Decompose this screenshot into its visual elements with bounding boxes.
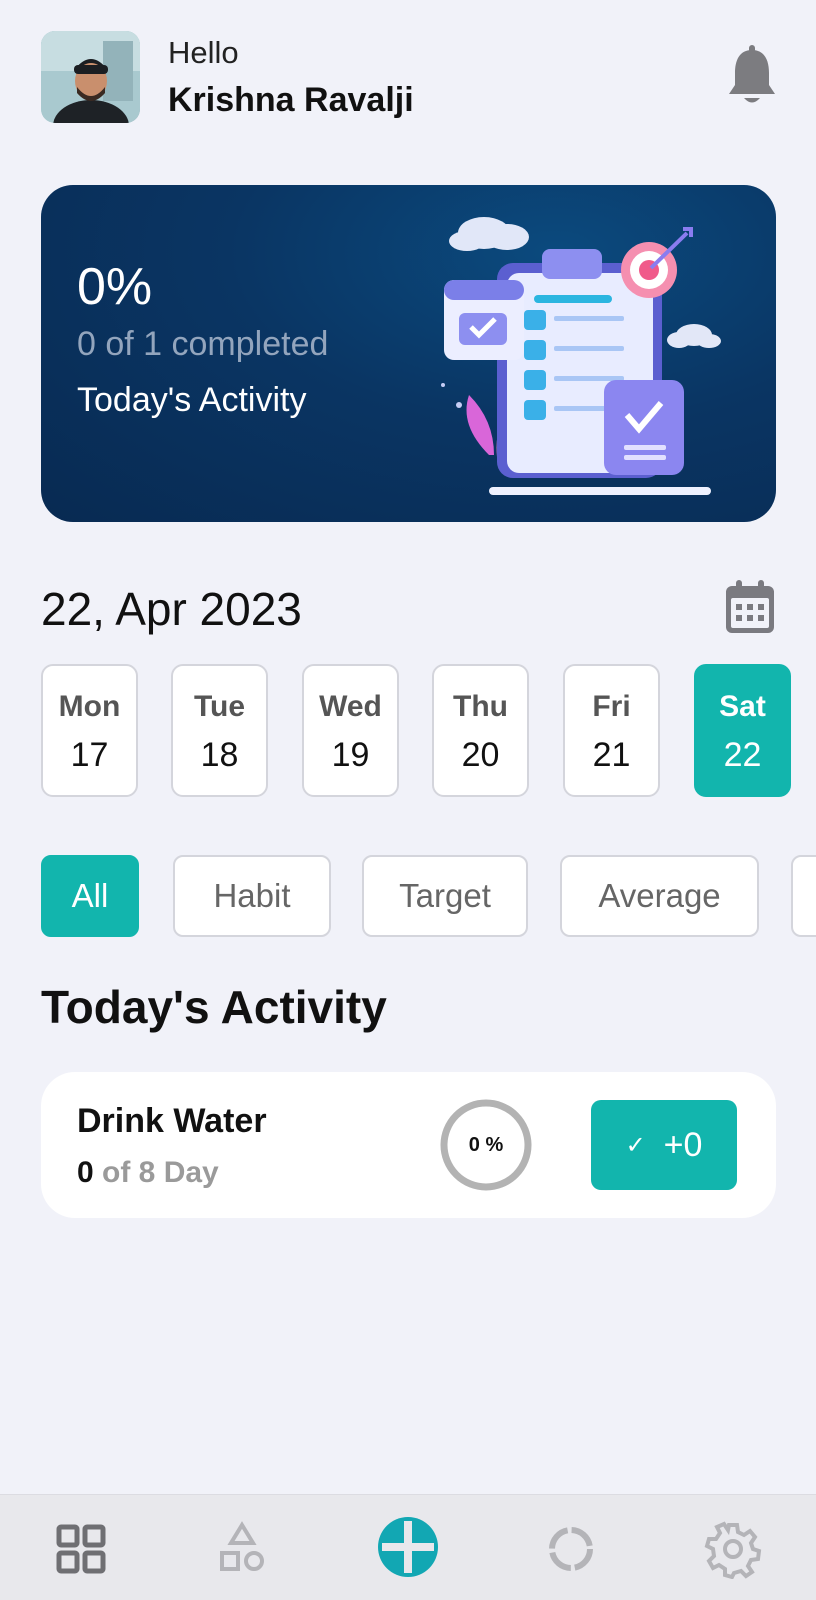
grid-icon[interactable] bbox=[51, 1519, 111, 1579]
user-name: Krishna Ravalji bbox=[168, 81, 414, 119]
shapes-icon[interactable] bbox=[212, 1519, 272, 1579]
checkmark-icon: ✓ bbox=[625, 1131, 646, 1159]
banner-label: Today's Activity bbox=[77, 381, 307, 419]
day-name: Thu bbox=[453, 690, 508, 723]
greeting-text: Hello bbox=[168, 35, 239, 70]
activity-title: Drink Water bbox=[77, 1102, 267, 1140]
avatar-photo bbox=[41, 31, 140, 123]
activity-card[interactable]: Drink Water 0 of 8 Day 0 % ✓ +0 bbox=[41, 1072, 776, 1218]
progress-ring-icon[interactable] bbox=[541, 1519, 601, 1579]
day-number: 19 bbox=[331, 736, 370, 774]
day-number: 20 bbox=[461, 736, 500, 774]
day-number: 21 bbox=[592, 736, 631, 774]
filter-target[interactable]: Target bbox=[362, 855, 528, 937]
completion-count: 0 of 1 completed bbox=[77, 325, 329, 363]
activity-target: of 8 Day bbox=[102, 1156, 219, 1189]
filter-habit[interactable]: Habit bbox=[173, 855, 331, 937]
day-name: Sat bbox=[719, 690, 766, 723]
day-thu[interactable]: Thu 20 bbox=[432, 664, 529, 797]
activity-summary-banner[interactable]: 0% 0 of 1 completed Today's Activity bbox=[41, 185, 776, 522]
day-number: 17 bbox=[70, 736, 109, 774]
week-day-selector: Mon 17 Tue 18 Wed 19 Thu 20 Fri 21 Sat 2… bbox=[41, 664, 791, 798]
bottom-navigation bbox=[0, 1494, 816, 1600]
filter-chips: All Habit Target Average bbox=[41, 855, 816, 937]
activity-count: 0 bbox=[77, 1156, 94, 1189]
filter-average[interactable]: Average bbox=[560, 855, 759, 937]
day-number: 18 bbox=[200, 736, 239, 774]
log-progress-button[interactable]: ✓ +0 bbox=[591, 1100, 737, 1190]
log-progress-value: +0 bbox=[663, 1125, 703, 1164]
section-title: Today's Activity bbox=[41, 981, 387, 1033]
day-name: Tue bbox=[193, 690, 246, 723]
day-fri[interactable]: Fri 21 bbox=[563, 664, 660, 797]
day-number: 22 bbox=[723, 736, 762, 774]
completion-percent: 0% bbox=[77, 258, 153, 316]
filter-more[interactable] bbox=[791, 855, 816, 937]
day-mon[interactable]: Mon 17 bbox=[41, 664, 138, 797]
add-circle-icon[interactable] bbox=[376, 1515, 440, 1579]
day-name: Mon bbox=[58, 690, 121, 723]
notification-bell-icon[interactable] bbox=[728, 45, 776, 107]
checklist-illustration bbox=[441, 217, 721, 495]
avatar[interactable] bbox=[41, 31, 140, 123]
day-name: Wed bbox=[319, 690, 382, 723]
settings-gear-icon[interactable] bbox=[703, 1519, 763, 1579]
selected-date-title: 22, Apr 2023 bbox=[41, 583, 302, 635]
header: Hello Krishna Ravalji bbox=[41, 31, 776, 125]
filter-all[interactable]: All bbox=[41, 855, 139, 937]
day-sat[interactable]: Sat 22 bbox=[694, 664, 791, 797]
day-tue[interactable]: Tue 18 bbox=[171, 664, 268, 797]
day-wed[interactable]: Wed 19 bbox=[302, 664, 399, 797]
calendar-icon[interactable] bbox=[725, 580, 775, 634]
day-name: Fri bbox=[592, 690, 631, 723]
activity-progress-text: 0 of 8 Day bbox=[77, 1156, 219, 1190]
progress-ring-label: 0 % bbox=[468, 1134, 504, 1156]
